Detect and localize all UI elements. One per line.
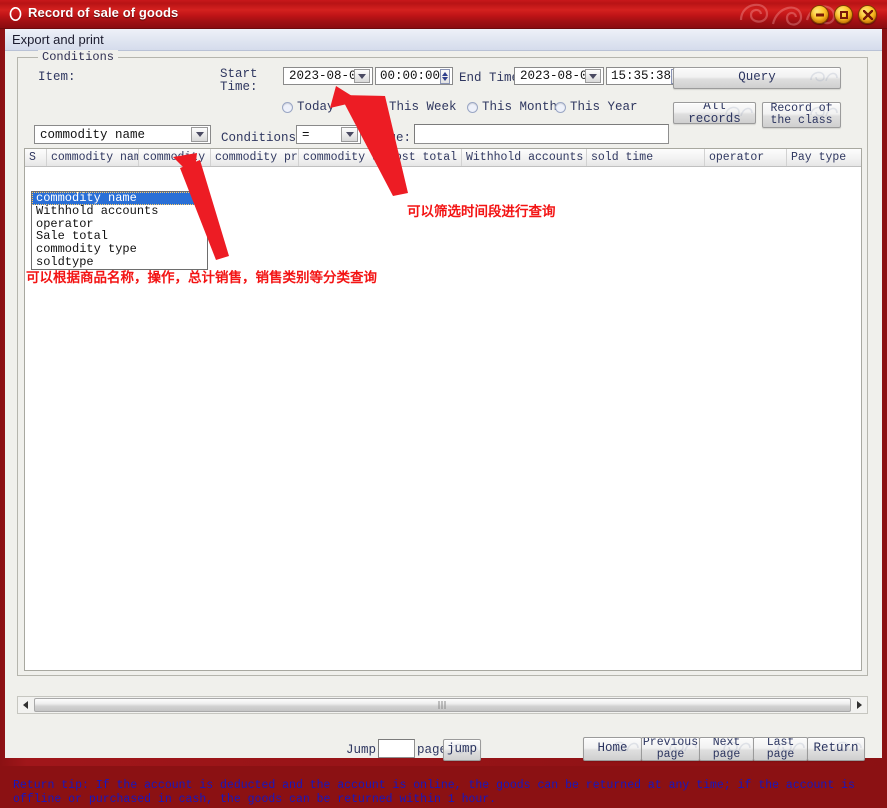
return-button[interactable]: Return (807, 737, 865, 761)
start-time-spinner[interactable]: 00:00:00 (375, 67, 453, 85)
radio-this-year[interactable]: This Year (555, 100, 638, 114)
minimize-button[interactable] (810, 5, 829, 24)
client-area: Conditions Item: commodity name Conditio… (5, 50, 882, 806)
record-of-the-class-button-label: Record of the class (770, 102, 833, 127)
window-title: Record of sale of goods (28, 5, 179, 20)
value-label: Value: (366, 131, 412, 145)
start-time-spinner-arrows-icon[interactable] (440, 68, 450, 84)
table-column-header[interactable]: commodity name (47, 149, 139, 166)
dropdown-option[interactable]: soldtype (32, 256, 207, 269)
jump-button-label: jump (446, 742, 477, 757)
last-page-button[interactable]: Last page (753, 737, 808, 761)
dropdown-option[interactable]: Withhold accounts (32, 204, 207, 218)
horizontal-scrollbar[interactable] (17, 696, 868, 714)
query-button[interactable]: Query (673, 67, 841, 89)
end-date-value: 2023-08-02 (520, 69, 585, 83)
table-column-header[interactable]: sold time (587, 149, 705, 166)
maximize-button[interactable] (834, 5, 853, 24)
start-time-value: 00:00:00 (380, 69, 441, 83)
application-window: Record of sale of goods Export and print… (0, 0, 887, 806)
conditions-operator-combo[interactable]: = (296, 125, 361, 144)
jump-label: Jump (346, 743, 377, 757)
jump-button[interactable]: jump (443, 739, 481, 761)
scroll-left-arrow-icon[interactable] (18, 697, 33, 713)
start-date-combo[interactable]: 2023-08-02 (283, 67, 373, 85)
query-button-label: Query (738, 70, 776, 85)
title-bar: Record of sale of goods (0, 0, 887, 29)
item-combo-value: commodity name (40, 127, 146, 142)
conditions-operator-chevron-down-icon[interactable] (341, 127, 358, 142)
results-table-header: Scommodity name commodity commodity pr com… (25, 149, 861, 167)
home-page-button[interactable]: Home (583, 737, 642, 761)
conditions-operator-value: = (302, 127, 310, 142)
app-ring-icon (9, 7, 22, 21)
radio-today-label: Today (297, 100, 335, 114)
jump-page-input[interactable] (378, 739, 415, 758)
all-records-button-label: All records (688, 102, 741, 124)
start-date-chevron-down-icon[interactable] (354, 69, 370, 83)
return-tip-text: Return tip: If the account is deducted a… (13, 779, 855, 807)
radio-this-week[interactable]: This Week (374, 100, 457, 114)
radio-this-month-label: This Month (482, 100, 558, 114)
table-column-header[interactable]: commodity (139, 149, 211, 166)
item-label: Item: (38, 70, 76, 84)
maximize-icon (839, 10, 848, 19)
scrollbar-grip-icon (438, 701, 447, 709)
table-column-header[interactable]: Withhold accounts (462, 149, 587, 166)
dropdown-option[interactable]: commodity name (32, 192, 207, 205)
value-input[interactable] (414, 124, 669, 144)
radio-this-week-label: This Week (389, 100, 457, 114)
previous-page-button[interactable]: Previous page (641, 737, 700, 761)
table-column-header[interactable]: S (25, 149, 47, 166)
menu-item-export-and-print[interactable]: Export and print (12, 32, 104, 47)
conditions-groupbox-legend: Conditions (38, 50, 119, 64)
table-column-header[interactable]: commodity pr (211, 149, 299, 166)
radio-this-year-label: This Year (570, 100, 638, 114)
query-button-swirl-ornament (810, 71, 838, 82)
start-date-value: 2023-08-02 (289, 69, 354, 83)
table-column-header[interactable]: cost total (384, 149, 462, 166)
radio-this-month[interactable]: This Month (467, 100, 557, 114)
minimize-icon (815, 13, 824, 16)
item-combo-dropdown-list[interactable]: commodity name Withhold accounts operator S… (31, 191, 208, 270)
table-column-header[interactable]: operator (705, 149, 787, 166)
return-button-label: Return (813, 741, 859, 756)
item-combo-chevron-down-icon[interactable] (191, 127, 208, 142)
end-date-chevron-down-icon[interactable] (585, 69, 601, 83)
table-column-header[interactable]: commodity s (299, 149, 384, 166)
previous-page-button-label: Previous page (642, 737, 699, 761)
radio-today[interactable]: Today (282, 100, 335, 114)
last-page-button-label: Last page (766, 737, 795, 761)
home-page-button-label: Home (597, 741, 628, 756)
record-of-the-class-button[interactable]: Record of the class (762, 102, 841, 128)
end-time-value: 15:35:38 (611, 69, 672, 83)
radio-this-week-dot-icon (374, 101, 385, 113)
conditions-operator-label: Conditions: (221, 131, 304, 145)
radio-this-month-dot-icon (467, 101, 478, 113)
all-records-button[interactable]: All records (673, 102, 756, 124)
item-combo[interactable]: commodity name (34, 125, 211, 144)
next-page-button-label: Next page (712, 737, 741, 761)
radio-today-dot-icon (282, 101, 293, 113)
menu-bar: Export and print (5, 29, 882, 51)
conditions-groupbox: Conditions Item: commodity name Conditio… (17, 50, 868, 676)
table-column-header[interactable]: Pay type (787, 149, 861, 166)
end-date-combo[interactable]: 2023-08-02 (514, 67, 604, 85)
close-button[interactable] (858, 5, 877, 24)
scrollbar-thumb[interactable] (34, 698, 851, 712)
radio-this-year-dot-icon (555, 101, 566, 113)
close-icon (862, 9, 873, 20)
start-time-label: Start Time: (220, 67, 258, 94)
scroll-right-arrow-icon[interactable] (852, 697, 867, 713)
next-page-button[interactable]: Next page (699, 737, 754, 761)
